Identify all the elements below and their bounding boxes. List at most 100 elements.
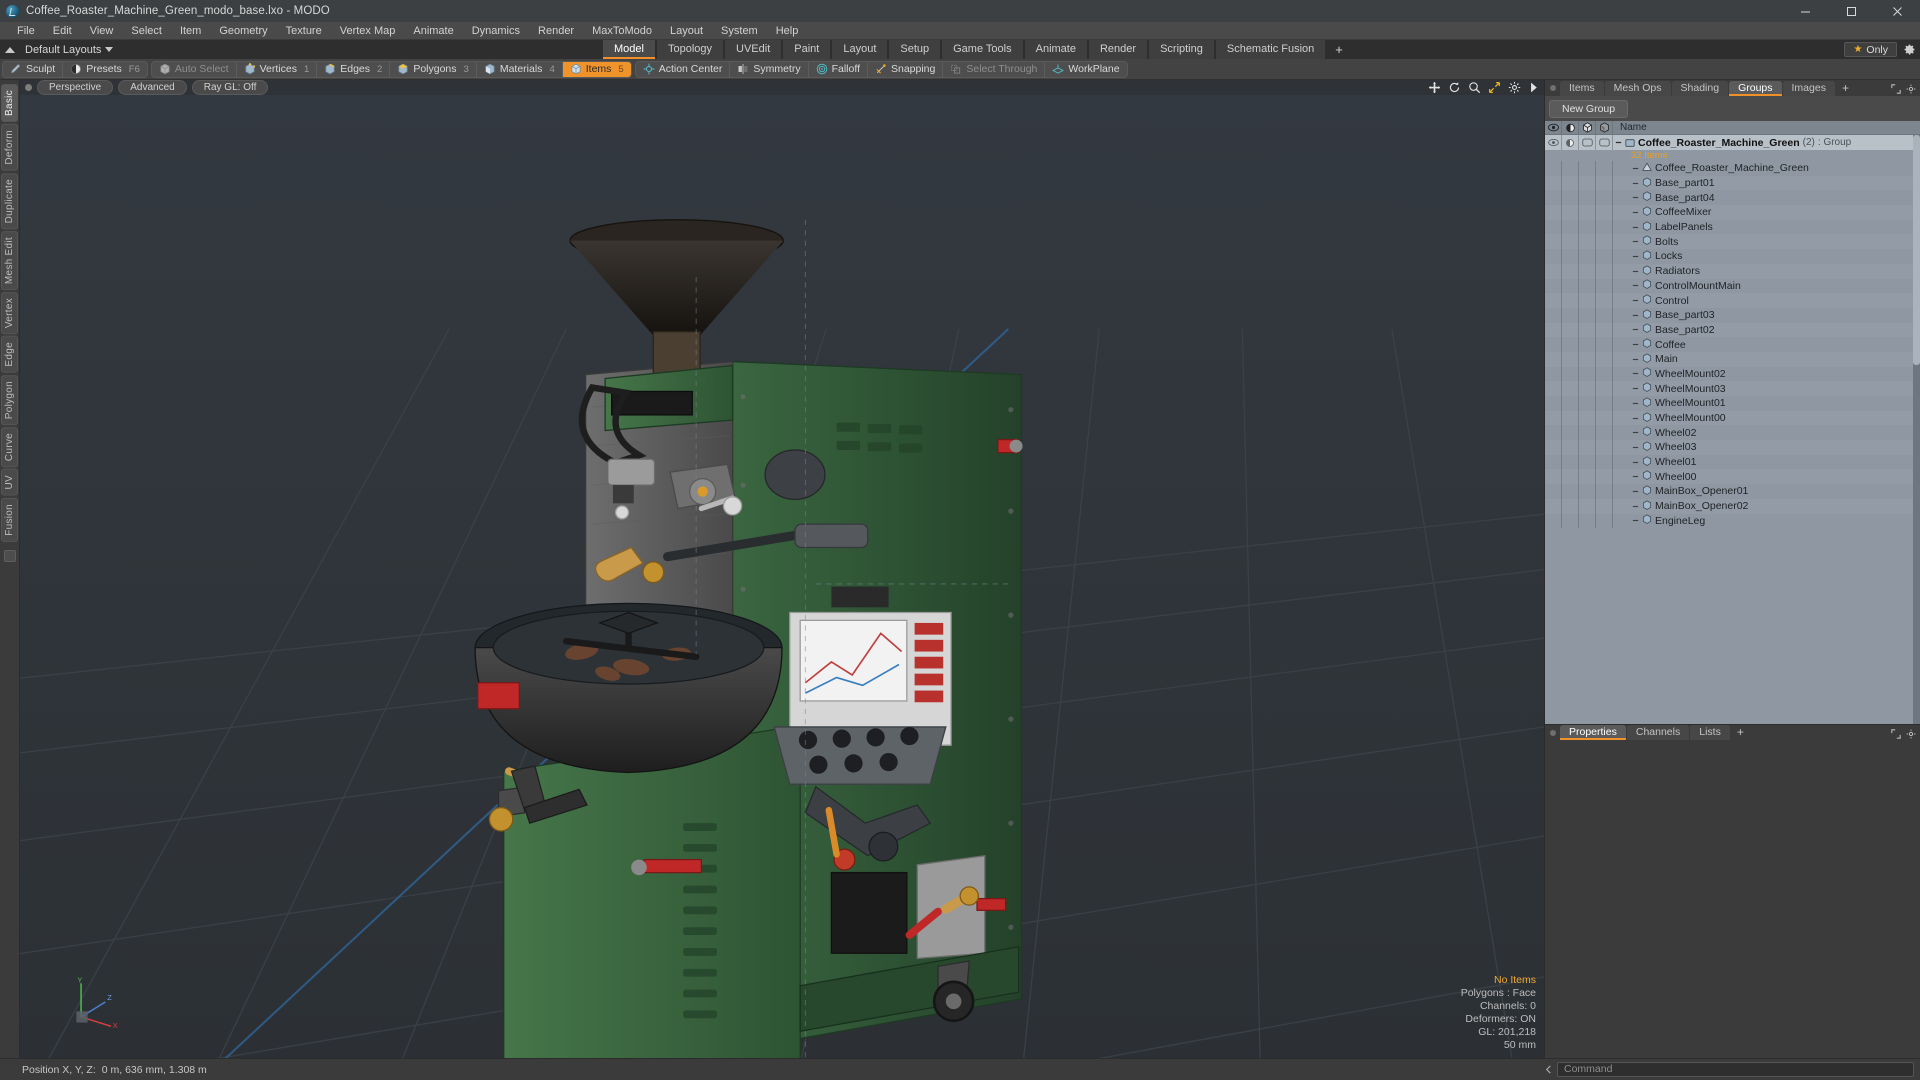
row-render-toggle[interactable] [1596,396,1613,411]
expand-twisty-icon[interactable] [1632,268,1639,275]
row-wire-toggle[interactable] [1579,381,1596,396]
list-item[interactable]: WheelMount00 [1545,410,1920,426]
vtab-mesh-edit[interactable]: Mesh Edit [1,230,18,291]
row-render-toggle[interactable] [1596,135,1613,150]
expand-twisty-icon[interactable] [1632,253,1639,260]
expand-twisty-icon[interactable] [1632,517,1639,524]
group-item-list[interactable]: Name Coffee_Roaster_Machine_Green (2): … [1545,121,1920,724]
menu-file[interactable]: File [8,22,44,40]
vtab-edge[interactable]: Edge [1,336,18,373]
workplane-button[interactable]: WorkPlane [1045,62,1126,77]
expand-twisty-icon[interactable] [1632,503,1639,510]
menu-maxtomodo[interactable]: MaxToModo [583,22,661,40]
row-render-toggle[interactable] [1596,175,1613,191]
list-item[interactable]: Base_part04 [1545,190,1920,206]
layout-tab-uvedit[interactable]: UVEdit [725,40,782,59]
row-wire-toggle[interactable] [1579,190,1596,206]
row-shade-icon[interactable] [1562,454,1579,470]
row-render-toggle[interactable] [1596,381,1613,396]
list-item[interactable]: CoffeeMixer [1545,205,1920,220]
row-render-toggle[interactable] [1596,440,1613,455]
gear-icon[interactable] [1906,81,1916,99]
row-shade-icon[interactable] [1562,410,1579,426]
scene-render[interactable]: Y X Z No Items Polygons : Face Channels:… [20,95,1544,1058]
item-list-scrollbar-thumb[interactable] [1913,135,1920,365]
items-button[interactable]: Items 5 [562,61,631,77]
row-shade-icon[interactable] [1562,249,1579,264]
properties-menu-dot-icon[interactable] [1550,729,1556,736]
row-shade-icon[interactable] [1562,440,1579,455]
list-item[interactable]: Control [1545,293,1920,308]
row-render-toggle[interactable] [1596,249,1613,264]
layout-tab-topology[interactable]: Topology [656,40,724,59]
row-eye-icon[interactable] [1545,396,1562,411]
sculpt-button[interactable]: Sculpt [3,61,64,77]
list-item[interactable]: Wheel00 [1545,469,1920,485]
expand-twisty-icon[interactable] [1632,473,1639,480]
play-arrow-icon[interactable] [1528,81,1539,99]
list-item[interactable]: MainBox_Opener01 [1545,484,1920,499]
row-eye-icon[interactable] [1545,175,1562,191]
row-render-toggle[interactable] [1596,234,1613,250]
expand-twisty-icon[interactable] [1632,194,1639,201]
row-wire-toggle[interactable] [1579,351,1596,367]
maximize-button[interactable] [1828,0,1874,22]
snapping-button[interactable]: Snapping [868,61,944,77]
action-center-button[interactable]: Action Center [636,61,731,77]
layout-tab-animate[interactable]: Animate [1024,40,1087,59]
expand-twisty-icon[interactable] [1632,459,1639,466]
eye-icon[interactable] [1545,121,1562,135]
tab-lists[interactable]: Lists [1690,725,1730,740]
vtab-duplicate[interactable]: Duplicate [1,172,18,229]
expand-twisty-icon[interactable] [1632,429,1639,436]
expand-twisty-icon[interactable] [1632,282,1639,289]
expand-twisty-icon[interactable] [1632,326,1639,333]
minimize-button[interactable] [1782,0,1828,22]
cube-wire-icon[interactable] [1579,121,1596,135]
row-eye-icon[interactable] [1545,278,1562,294]
row-wire-toggle[interactable] [1579,293,1596,308]
row-render-toggle[interactable] [1596,293,1613,308]
expand-twisty-icon[interactable] [1632,400,1639,407]
menu-vertex-map[interactable]: Vertex Map [331,22,405,40]
row-render-toggle[interactable] [1596,322,1613,338]
row-render-toggle[interactable] [1596,278,1613,294]
viewport-tab-raygl[interactable]: Ray GL: Off [191,80,269,95]
tab-add-properties[interactable]: + [1731,725,1750,740]
row-eye-icon[interactable] [1545,454,1562,470]
gear-icon[interactable] [1903,43,1916,56]
vtab-vertex[interactable]: Vertex [1,292,18,335]
row-render-toggle[interactable] [1596,498,1613,514]
row-wire-toggle[interactable] [1579,513,1596,529]
viewport-tab-advanced[interactable]: Advanced [118,80,187,95]
new-group-button[interactable]: New Group [1549,100,1629,118]
layout-tab-model[interactable]: Model [603,40,655,59]
expand-twisty-icon[interactable] [1632,180,1639,187]
row-eye-icon[interactable] [1545,161,1562,176]
row-wire-toggle[interactable] [1579,263,1596,279]
row-shade-icon[interactable] [1562,396,1579,411]
menu-view[interactable]: View [81,22,123,40]
row-shade-icon[interactable] [1562,484,1579,499]
list-item[interactable]: MainBox_Opener02 [1545,498,1920,514]
row-render-toggle[interactable] [1596,263,1613,279]
list-item[interactable]: WheelMount01 [1545,396,1920,411]
list-item[interactable]: Base_part03 [1545,307,1920,323]
list-item[interactable]: Wheel01 [1545,454,1920,470]
expand-twisty-icon[interactable] [1632,312,1639,319]
panel-tab-mesh-ops[interactable]: Mesh Ops [1604,80,1671,96]
row-render-toggle[interactable] [1596,351,1613,367]
row-shade-icon[interactable] [1562,337,1579,352]
expand-twisty-icon[interactable] [1632,209,1639,216]
menu-help[interactable]: Help [767,22,808,40]
row-eye-icon[interactable] [1545,293,1562,308]
row-eye-icon[interactable] [1545,190,1562,206]
expand-twisty-icon[interactable] [1632,415,1639,422]
row-wire-toggle[interactable] [1579,205,1596,220]
pan-icon[interactable] [1428,81,1441,99]
list-item[interactable]: WheelMount03 [1545,381,1920,396]
row-eye-icon[interactable] [1545,381,1562,396]
cube-solid-icon[interactable] [1596,121,1613,135]
row-eye-icon[interactable] [1545,263,1562,279]
gear-icon[interactable] [1508,81,1521,99]
